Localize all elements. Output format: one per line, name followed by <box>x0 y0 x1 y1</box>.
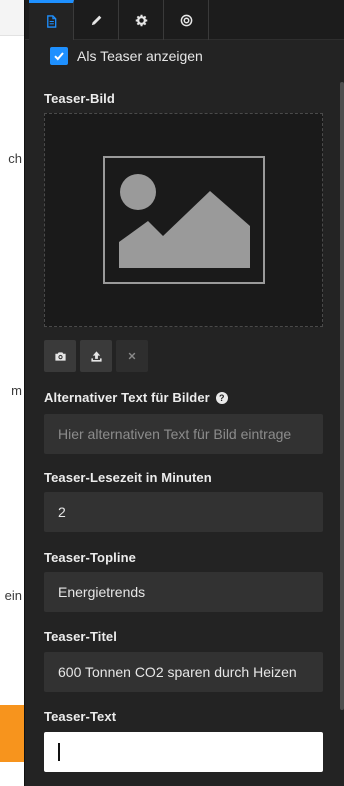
teaser-checkbox-row[interactable]: Als Teaser anzeigen <box>50 47 203 65</box>
image-placeholder-icon <box>103 156 265 284</box>
target-icon <box>180 14 192 26</box>
topline-label: Teaser-Topline <box>44 550 136 565</box>
background-topbar <box>0 0 24 36</box>
alt-text-label: Alternativer Text für Bilder? <box>44 390 228 405</box>
tab-document[interactable] <box>29 0 74 40</box>
teaser-text-label: Teaser-Text <box>44 709 117 724</box>
image-upload-button[interactable] <box>80 340 112 372</box>
topline-input[interactable]: Energietrends <box>44 572 323 612</box>
teaser-checkbox-label: Als Teaser anzeigen <box>77 48 203 64</box>
camera-icon <box>54 351 66 361</box>
title-label: Teaser-Titel <box>44 629 117 644</box>
panel-tabs <box>25 0 344 40</box>
image-camera-button[interactable] <box>44 340 76 372</box>
teaser-text-input[interactable] <box>44 732 323 772</box>
teaser-settings-panel: Als Teaser anzeigen Teaser-Bild Alternat… <box>24 0 344 786</box>
gear-icon <box>135 14 147 26</box>
background-page: ch m ein <box>0 0 24 786</box>
close-icon <box>128 352 136 360</box>
upload-icon <box>90 350 102 362</box>
background-text-fragment: m <box>11 383 22 398</box>
text-cursor <box>58 743 60 761</box>
teaser-image-dropzone[interactable] <box>44 113 323 327</box>
teaser-checkbox[interactable] <box>50 47 68 65</box>
tab-target[interactable] <box>164 0 209 40</box>
reading-time-input[interactable]: 2 <box>44 492 323 532</box>
background-text-fragment: ein <box>4 588 22 603</box>
checkmark-icon <box>54 52 64 61</box>
pencil-icon <box>91 15 101 25</box>
alt-text-input[interactable]: Hier alternativen Text für Bild eintrage <box>44 414 323 454</box>
tab-edit[interactable] <box>74 0 119 40</box>
panel-scrollbar[interactable] <box>340 82 344 710</box>
reading-time-label: Teaser-Lesezeit in Minuten <box>44 470 212 485</box>
image-remove-button[interactable] <box>116 340 148 372</box>
help-icon[interactable]: ? <box>215 392 228 404</box>
background-text-fragment: ch <box>8 151 22 166</box>
document-icon <box>46 15 56 28</box>
title-input[interactable]: 600 Tonnen CO2 sparen durch Heizen <box>44 652 323 692</box>
alt-text-label-text: Alternativer Text für Bilder <box>44 390 210 405</box>
background-orange-block <box>0 705 24 762</box>
tab-settings[interactable] <box>119 0 164 40</box>
teaser-image-label: Teaser-Bild <box>44 91 115 106</box>
